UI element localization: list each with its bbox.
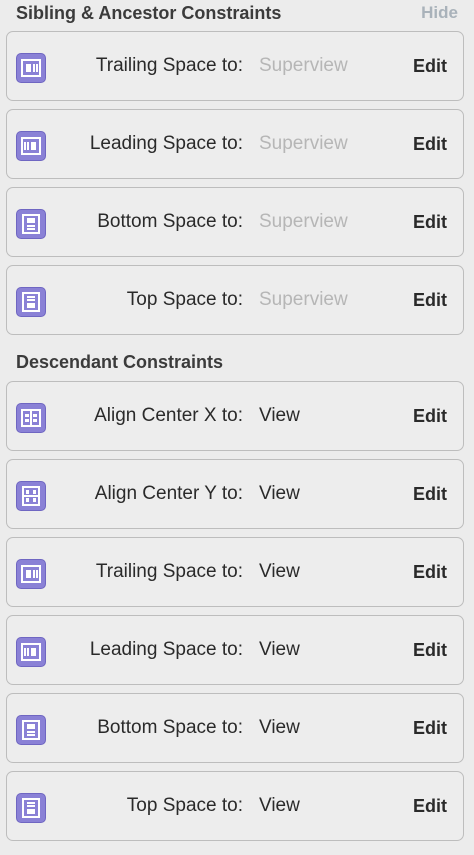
- section-title: Sibling & Ancestor Constraints: [16, 2, 282, 23]
- section-title: Descendant Constraints: [16, 351, 224, 372]
- constraint-row-bottom-view[interactable]: Bottom Space to: View Edit: [6, 693, 464, 763]
- edit-button[interactable]: Edit: [413, 32, 447, 100]
- leading-space-icon: [16, 131, 46, 161]
- constraint-label: Top Space to:: [126, 795, 243, 816]
- constraint-target[interactable]: View: [259, 538, 300, 606]
- constraint-label: Align Center X to:: [94, 405, 243, 426]
- descendant-header: Descendant Constraints: [16, 349, 458, 375]
- align-center-x-icon: [16, 403, 46, 433]
- constraint-target[interactable]: Superview: [259, 188, 348, 256]
- constraint-target[interactable]: View: [259, 772, 300, 840]
- constraint-target[interactable]: View: [259, 616, 300, 684]
- edit-button[interactable]: Edit: [413, 188, 447, 256]
- edit-button[interactable]: Edit: [413, 694, 447, 762]
- top-space-icon: [16, 287, 46, 317]
- align-center-y-icon: [16, 481, 46, 511]
- constraint-row-bottom-superview[interactable]: Bottom Space to: Superview Edit: [6, 187, 464, 257]
- edit-button[interactable]: Edit: [413, 460, 447, 528]
- constraint-label: Trailing Space to:: [95, 55, 243, 76]
- top-space-icon: [16, 793, 46, 823]
- constraint-label: Bottom Space to:: [97, 211, 243, 232]
- constraint-row-leading-view[interactable]: Leading Space to: View Edit: [6, 615, 464, 685]
- constraint-target[interactable]: View: [259, 460, 300, 528]
- leading-space-icon: [16, 637, 46, 667]
- constraint-label: Leading Space to:: [89, 639, 243, 660]
- constraint-row-top-superview[interactable]: Top Space to: Superview Edit: [6, 265, 464, 335]
- edit-button[interactable]: Edit: [413, 382, 447, 450]
- constraint-target[interactable]: Superview: [259, 266, 348, 334]
- constraint-row-leading-superview[interactable]: Leading Space to: Superview Edit: [6, 109, 464, 179]
- edit-button[interactable]: Edit: [413, 772, 447, 840]
- edit-button[interactable]: Edit: [413, 538, 447, 606]
- bottom-space-icon: [16, 715, 46, 745]
- constraint-row-top-view[interactable]: Top Space to: View Edit: [6, 771, 464, 841]
- bottom-space-icon: [16, 209, 46, 239]
- edit-button[interactable]: Edit: [413, 266, 447, 334]
- constraint-label: Top Space to:: [126, 289, 243, 310]
- edit-button[interactable]: Edit: [413, 616, 447, 684]
- constraint-row-trailing-view[interactable]: Trailing Space to: View Edit: [6, 537, 464, 607]
- constraints-panel: Sibling & Ancestor Constraints Hide Trai…: [0, 0, 474, 855]
- constraint-row-center-y[interactable]: Align Center Y to: View Edit: [6, 459, 464, 529]
- constraint-target[interactable]: View: [259, 694, 300, 762]
- sibling-ancestor-header: Sibling & Ancestor Constraints Hide: [16, 0, 458, 26]
- constraint-label: Leading Space to:: [89, 133, 243, 154]
- edit-button[interactable]: Edit: [413, 110, 447, 178]
- trailing-space-icon: [16, 53, 46, 83]
- constraint-target[interactable]: View: [259, 382, 300, 450]
- constraint-target[interactable]: Superview: [259, 110, 348, 178]
- hide-link[interactable]: Hide: [421, 3, 458, 23]
- constraint-label: Bottom Space to:: [97, 717, 243, 738]
- constraint-row-center-x[interactable]: Align Center X to: View Edit: [6, 381, 464, 451]
- constraint-target[interactable]: Superview: [259, 32, 348, 100]
- constraint-row-trailing-superview[interactable]: Trailing Space to: Superview Edit: [6, 31, 464, 101]
- trailing-space-icon: [16, 559, 46, 589]
- constraint-label: Align Center Y to:: [94, 483, 243, 504]
- constraint-label: Trailing Space to:: [95, 561, 243, 582]
